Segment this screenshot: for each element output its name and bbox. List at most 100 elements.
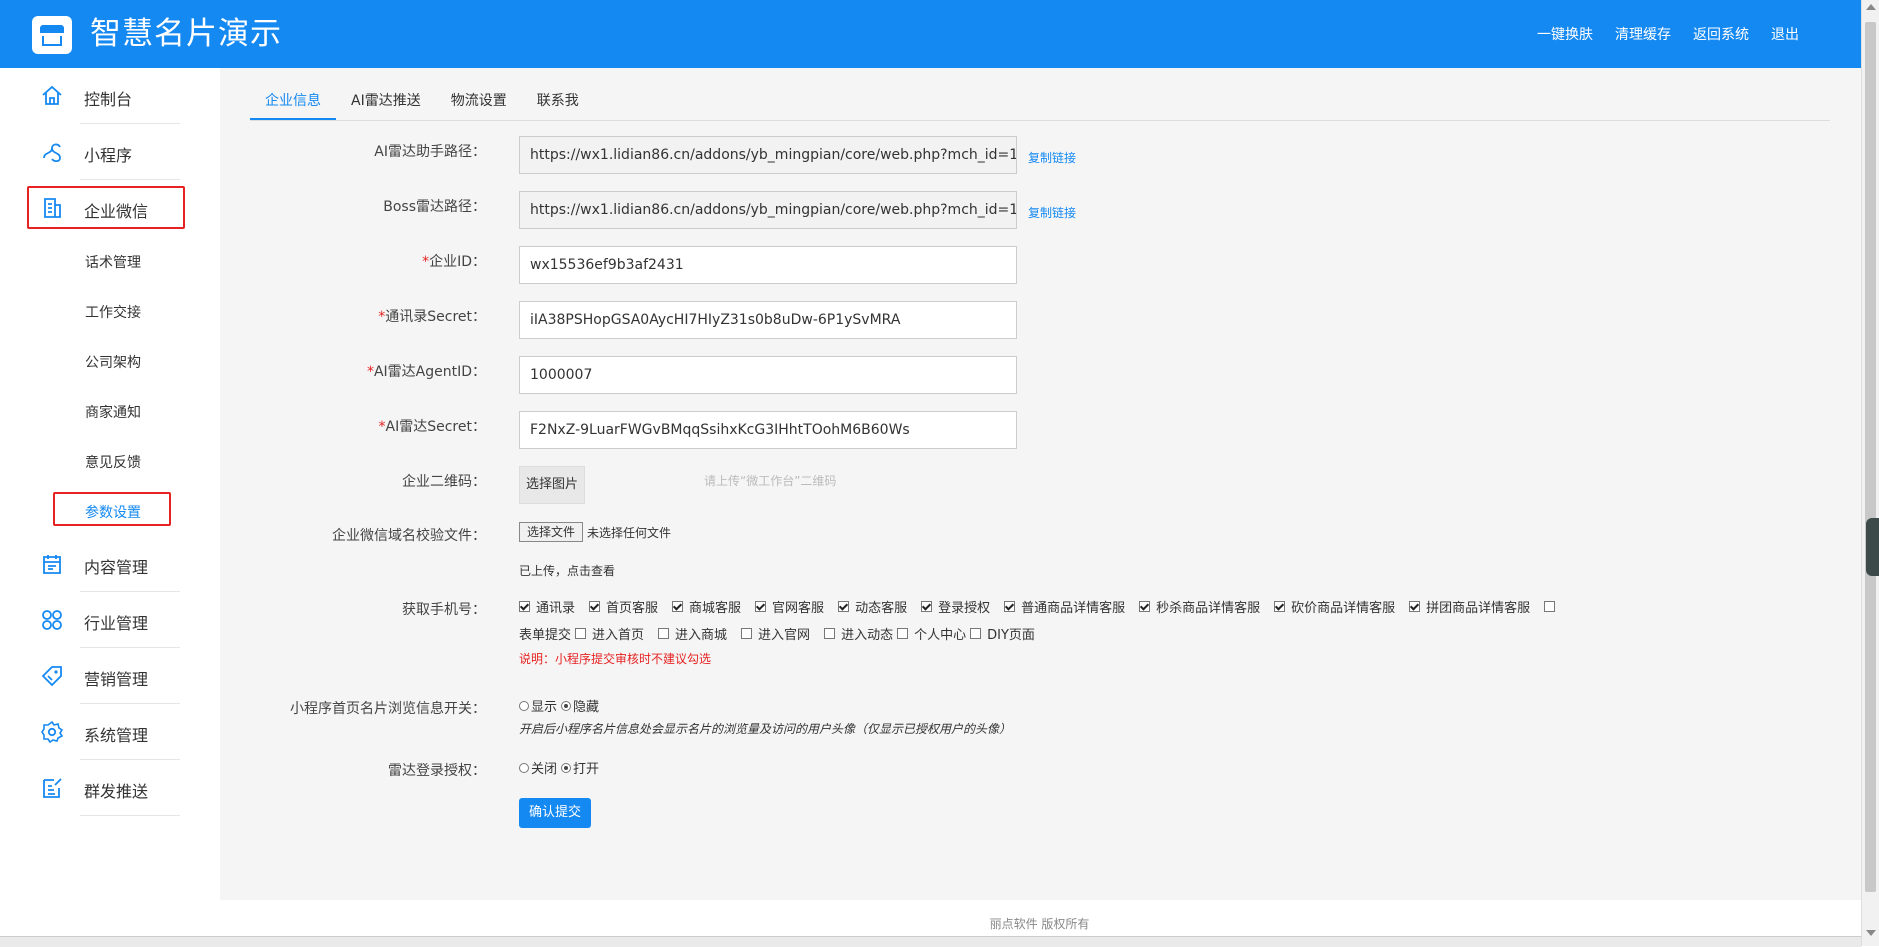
phone-note: 说明：小程序提交审核时不建议勾选 (519, 652, 712, 666)
checkbox-unchecked[interactable] (575, 628, 587, 639)
phone-option[interactable]: 普通商品详情客服 (1004, 597, 1125, 616)
checkbox-unchecked[interactable] (897, 628, 909, 639)
copy-boss-link[interactable]: 复制链接 (1028, 204, 1076, 221)
scroll-down-icon[interactable] (1866, 930, 1876, 936)
phone-option[interactable]: 砍价商品详情客服 (1274, 597, 1395, 616)
phone-option[interactable]: DIY页面 (970, 624, 1035, 643)
select-image-button[interactable]: 选择图片 (519, 466, 585, 504)
checkbox-unchecked[interactable] (824, 628, 836, 639)
phone-option[interactable]: 通讯录 (519, 597, 575, 616)
sidebar-item-industry[interactable]: 行业管理 (0, 592, 220, 648)
checkbox-checked[interactable] (755, 601, 767, 612)
phone-option[interactable]: 官网客服 (755, 597, 824, 616)
label-qrcode: 企业二维码： (402, 474, 486, 490)
nav-clear-cache[interactable]: 清理缓存 (1615, 24, 1671, 44)
phone-option[interactable]: 个人中心 (897, 624, 966, 643)
phone-option[interactable]: 表单提交 (519, 624, 571, 643)
checkbox-unchecked[interactable] (970, 628, 982, 639)
ai-secret-input[interactable]: F2NxZ-9LuarFWGvBMqqSsihxKcG3IHhtTOohM6B6… (519, 411, 1017, 449)
sidebar-sub-structure[interactable]: 公司架构 (85, 352, 141, 372)
sidebar-item-broadcast[interactable]: 群发推送 (0, 760, 220, 816)
sidebar-item-miniprogram[interactable]: 小程序 (0, 124, 220, 180)
uploaded-view-link[interactable]: 已上传，点击查看 (519, 562, 615, 579)
contacts-secret-input[interactable]: iIA38PSHopGSA0AycHI7HIyZ31s0b8uDw-6P1ySv… (519, 301, 1017, 339)
radio-off[interactable]: 关闭 (519, 758, 557, 777)
label-assistant-path: AI雷达助手路径： (374, 144, 486, 160)
radio-on[interactable]: 打开 (561, 758, 599, 777)
sidebar-sub-handover[interactable]: 工作交接 (85, 302, 141, 322)
top-nav: 一键换肤 清理缓存 返回系统 退出 (1515, 24, 1799, 44)
checkbox-unchecked[interactable] (1544, 601, 1556, 612)
sidebar-item-content[interactable]: 内容管理 (0, 536, 220, 592)
scroll-thumb[interactable] (1865, 22, 1876, 892)
sidebar-label: 控制台 (84, 90, 133, 109)
phone-option[interactable]: 动态客服 (838, 597, 907, 616)
checkbox-checked[interactable] (672, 601, 684, 612)
tab-bar: 企业信息 AI雷达推送 物流设置 联系我 (250, 90, 594, 120)
scroll-up-icon[interactable] (1866, 4, 1876, 10)
submit-button[interactable]: 确认提交 (519, 798, 591, 828)
checkbox-unchecked[interactable] (658, 628, 670, 639)
checkbox-checked[interactable] (838, 601, 850, 612)
phone-option[interactable]: 首页客服 (589, 597, 658, 616)
phone-option[interactable]: 拼团商品详情客服 (1409, 597, 1530, 616)
radio-unselected[interactable] (519, 762, 529, 773)
label-phone: 获取手机号： (402, 602, 486, 618)
sidebar-label: 系统管理 (84, 726, 149, 745)
sidebar-sub-feedback[interactable]: 意见反馈 (85, 452, 141, 472)
radio-hide[interactable]: 隐藏 (561, 696, 599, 715)
horizontal-scrollbar[interactable] (0, 936, 1861, 947)
store-logo-icon (32, 16, 72, 54)
corp-id-input[interactable]: wx15536ef9b3af2431 (519, 246, 1017, 284)
assistant-path-input[interactable]: https://wx1.lidian86.cn/addons/yb_mingpi… (519, 136, 1017, 174)
phone-option[interactable]: 登录授权 (921, 597, 990, 616)
checkbox-checked[interactable] (519, 601, 530, 612)
label-radar-login: 雷达登录授权： (388, 763, 486, 779)
checkbox-checked[interactable] (1274, 601, 1286, 612)
highlight-box-params (53, 492, 171, 526)
label-corp-id: *企业ID： (422, 254, 486, 270)
nav-skin[interactable]: 一键换肤 (1537, 24, 1593, 44)
phone-option[interactable]: 进入官网 (741, 624, 810, 643)
choose-file-button[interactable]: 选择文件 (519, 522, 583, 542)
phone-option[interactable] (1544, 601, 1561, 612)
footer-copyright: 丽点软件 版权所有 (989, 917, 1090, 931)
phone-option[interactable]: 进入首页 (575, 624, 644, 643)
phone-option[interactable]: 商城客服 (672, 597, 741, 616)
tab-contact-me[interactable]: 联系我 (522, 90, 594, 118)
phone-option[interactable]: 进入商城 (658, 624, 727, 643)
sidebar-sub-notice[interactable]: 商家通知 (85, 402, 141, 422)
radio-selected[interactable] (561, 762, 572, 773)
sidebar-item-dashboard[interactable]: 控制台 (0, 68, 220, 124)
tab-logistics[interactable]: 物流设置 (436, 90, 522, 118)
checkbox-checked[interactable] (1004, 601, 1016, 612)
side-widget-handle[interactable] (1866, 518, 1879, 576)
copy-assistant-link[interactable]: 复制链接 (1028, 149, 1076, 166)
radar-login-radios: 关闭 打开 (519, 758, 603, 777)
radio-show[interactable]: 显示 (519, 696, 557, 715)
sidebar-item-system[interactable]: 系统管理 (0, 704, 220, 760)
tab-company-info[interactable]: 企业信息 (250, 90, 336, 120)
vertical-scrollbar[interactable] (1861, 0, 1879, 946)
phone-option[interactable]: 进入动态 (824, 624, 893, 643)
checkbox-checked[interactable] (1139, 601, 1151, 612)
checkbox-unchecked[interactable] (741, 628, 753, 639)
nav-logout[interactable]: 退出 (1771, 24, 1799, 44)
checkbox-checked[interactable] (921, 601, 933, 612)
tab-ai-radar-push[interactable]: AI雷达推送 (336, 90, 436, 118)
boss-path-input[interactable]: https://wx1.lidian86.cn/addons/yb_mingpi… (519, 191, 1017, 229)
top-header: 智慧名片演示 一键换肤 清理缓存 返回系统 退出 (0, 0, 1861, 68)
phone-option[interactable]: 秒杀商品详情客服 (1139, 597, 1260, 616)
sidebar-item-marketing[interactable]: 营销管理 (0, 648, 220, 704)
sidebar-label: 群发推送 (84, 782, 149, 801)
agent-id-input[interactable]: 1000007 (519, 356, 1017, 394)
label-agent-id: *AI雷达AgentID： (366, 364, 486, 380)
phone-checkbox-row-2: 表单提交 进入首页 进入商城 进入官网 进入动态 个人中心 DIY页面 (519, 624, 1049, 643)
radio-selected[interactable] (561, 700, 572, 711)
sidebar-sub-scripts[interactable]: 话术管理 (85, 252, 141, 272)
radio-unselected[interactable] (519, 700, 529, 711)
nav-return-system[interactable]: 返回系统 (1693, 24, 1749, 44)
checkbox-checked[interactable] (589, 601, 601, 612)
checkbox-checked[interactable] (1409, 601, 1421, 612)
qrcode-hint: 请上传“微工作台”二维码 (704, 474, 837, 488)
